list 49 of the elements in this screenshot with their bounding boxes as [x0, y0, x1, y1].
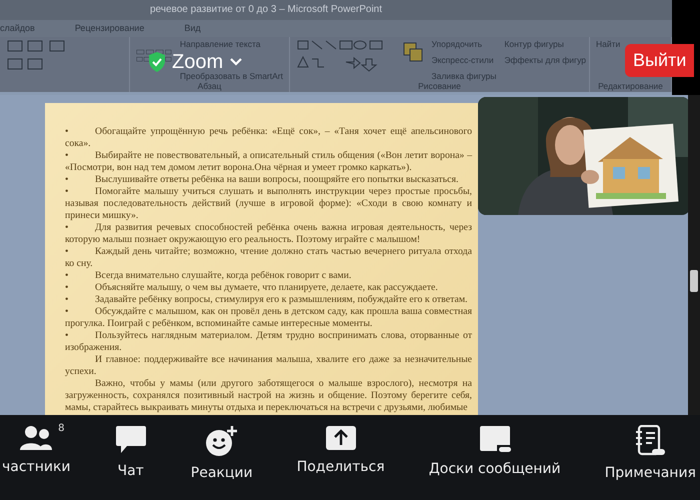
ribbon-command[interactable]: Упорядочить: [431, 39, 496, 49]
ribbon-tab[interactable]: слайдов: [0, 22, 35, 36]
slide-paragraph: • Задавайте ребёнку вопросы, стимулируя его к размышлениям, побуждайте его к ответам.: [65, 294, 468, 306]
toolbar-button[interactable]: Доски сообщений: [428, 425, 561, 480]
whiteboard-icon: [478, 425, 511, 453]
slide-paragraph: • Всегда внимательно слушайте, когда ребёнок говорит с вами.: [65, 270, 352, 282]
toolbar-button[interactable]: 8 частники: [2, 425, 71, 478]
window-title: речевое развитие от 0 до 3 – Microsoft PowerPoint: [150, 4, 382, 15]
slide-paragraph: Важно, чтобы у мамы (или другого заботящегося о малыше взрослого), несмотря на загруженность, сохранялся позитивный настрой на жизнь и общение. Поэтому берегите себя, мамы, старайтесь выкраивать минуты отдыха и переключаться на встречи с друзьями, любимые: [65, 378, 472, 414]
slide-paragraph: • Каждый день читайте; возможно, чтение должно стать частью вечернего ритуала отхода ко сну.: [65, 246, 472, 270]
ribbon-command[interactable]: Контур фигуры: [504, 39, 586, 49]
participants-icon: [19, 425, 54, 451]
ribbon-command[interactable]: Направление текста: [180, 39, 283, 49]
ribbon-command[interactable]: Эффекты для фигур: [504, 55, 586, 65]
ribbon-tools-icon[interactable]: [298, 40, 422, 72]
toolbar-button[interactable]: Поделиться: [296, 425, 385, 478]
leave-button[interactable]: Выйти: [625, 44, 694, 77]
slide-paragraph: • Объясняйте малышу, о чем вы думаете, что планируете, делаете, как рассуждаете.: [65, 282, 439, 294]
smiley-plus-icon: [204, 425, 239, 457]
slide-paragraph: И главное: поддерживайте все начинания малыша, хвалите его даже за незначительные успехи.: [65, 354, 472, 378]
slide-paragraph: • Обсуждайте с малышом, как он провёл день в детском саду, как прошла ваша совместная прогулка. Поиграй с ребёнком, вспоминайте самые интересные моменты.: [65, 306, 472, 330]
slide-paragraph: • Помогайте малышу учиться слушать и выполнять инструкции через простые просьбы, называя последовательность действий (лучше в игровой форме): «Сходи в свою комнату и принеси мишку».: [65, 186, 472, 222]
slide-paragraph: • Пользуйтесь наглядным материалом. Детям трудно воспринимать слова, оторванные от изображения.: [65, 330, 472, 354]
toolbar-button[interactable]: Реакции: [190, 425, 253, 484]
chat-icon: [114, 425, 147, 455]
scrollbar-thumb[interactable]: [690, 270, 698, 292]
chevron-down-icon[interactable]: [229, 57, 244, 67]
toolbar-button[interactable]: Примечания: [604, 425, 696, 484]
participant-count: 8: [58, 422, 65, 436]
slide-paragraph: • Выслушивайте ответы ребёнка на ваши вопросы, поощряйте его попытки высказаться.: [65, 174, 460, 186]
ribbon-tools-icon[interactable]: [8, 40, 64, 70]
ribbon-command[interactable]: Заливка фигуры: [431, 71, 496, 81]
ribbon-tools-icon[interactable]: [136, 50, 172, 62]
slide-paragraph: • Выбирайте не повествовательный, а описательный стиль общения («Вон летит ворона» – «Посмотри, вон над тем домом летит ворона.Она чёрная и умеет громко каркать»).: [65, 150, 472, 174]
toolbar-button[interactable]: Чат: [114, 425, 147, 482]
slide-paragraph: • Для развития речевых способностей ребёнка очень важна игровая деятельность, через которую малыш познает окружающую его реальность. Поэтому играйте с малышом!: [65, 222, 472, 246]
group-label: Абзац: [196, 81, 222, 92]
group-label: Рисование: [417, 81, 462, 92]
meeting-title[interactable]: Zoom: [172, 52, 224, 72]
ribbon-tab[interactable]: Рецензирование: [74, 22, 144, 36]
share-screen-icon: [324, 425, 357, 451]
group-label: Редактирование: [597, 81, 664, 92]
ribbon-command[interactable]: Найти: [596, 39, 620, 49]
notes-icon: [635, 425, 666, 457]
ribbon-command[interactable]: Преобразовать в SmartArt: [180, 71, 283, 81]
shield-check-icon: [148, 51, 166, 73]
ribbon-tab[interactable]: Вид: [184, 22, 201, 36]
ribbon-command[interactable]: Экспресс-стили: [431, 55, 496, 65]
slide-paragraph: • Обогащайте упрощённую речь ребёнка: «Ещё сок», – «Таня хочет ещё апельсинового сока».: [65, 126, 472, 150]
